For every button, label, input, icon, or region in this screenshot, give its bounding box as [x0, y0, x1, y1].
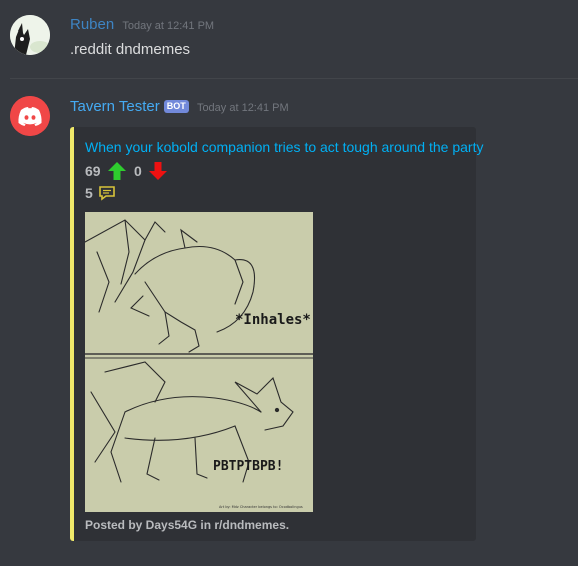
downvote-count-row: 0 — [134, 163, 142, 179]
comment-count: 5 — [85, 185, 93, 201]
meme-text-top: *Inhales* — [235, 312, 311, 328]
reddit-embed: When your kobold companion tries to act … — [70, 127, 483, 541]
message-author[interactable]: Ruben Today at 12:41 PM — [70, 16, 214, 33]
meme-text-bottom: PBTPTBPB! — [213, 459, 283, 474]
comment-count-row: 5 — [85, 185, 93, 201]
message-timestamp[interactable]: Today at 12:41 PM — [197, 102, 289, 114]
embed-title-link[interactable]: When your kobold companion tries to act … — [85, 139, 483, 155]
author-name[interactable]: Ruben — [70, 16, 114, 33]
speech-bubble-icon — [99, 186, 115, 201]
author-name[interactable]: Tavern Tester — [70, 98, 160, 115]
upvote-count-row: 69 — [85, 163, 101, 179]
avatar-bot[interactable] — [10, 96, 50, 136]
avatar-ruben[interactable] — [10, 15, 50, 55]
message-timestamp[interactable]: Today at 12:41 PM — [122, 20, 214, 32]
embed-footer: Posted by Days54G in r/dndmemes. — [85, 518, 290, 532]
message-divider — [10, 78, 578, 79]
meme-illustration: *Inhales* PBTPTBPB! Art by: Mdz Characte… — [85, 212, 313, 512]
message-author[interactable]: Tavern Tester BOT Today at 12:41 PM — [70, 98, 289, 115]
embed-meme-image[interactable]: *Inhales* PBTPTBPB! Art by: Mdz Characte… — [85, 212, 313, 512]
meme-image-credit: Art by: Mdz Character belongs to: Ocodbo… — [219, 505, 303, 509]
discord-logo-icon — [10, 96, 50, 136]
message-ruben: Ruben Today at 12:41 PM .reddit dndmemes — [0, 0, 578, 80]
message-content: .reddit dndmemes — [70, 41, 191, 58]
upvote-count: 69 — [85, 163, 101, 179]
downvote-count: 0 — [134, 163, 142, 179]
up-arrow-icon — [108, 162, 126, 180]
bot-tag: BOT — [163, 100, 189, 113]
down-arrow-icon — [149, 162, 167, 180]
